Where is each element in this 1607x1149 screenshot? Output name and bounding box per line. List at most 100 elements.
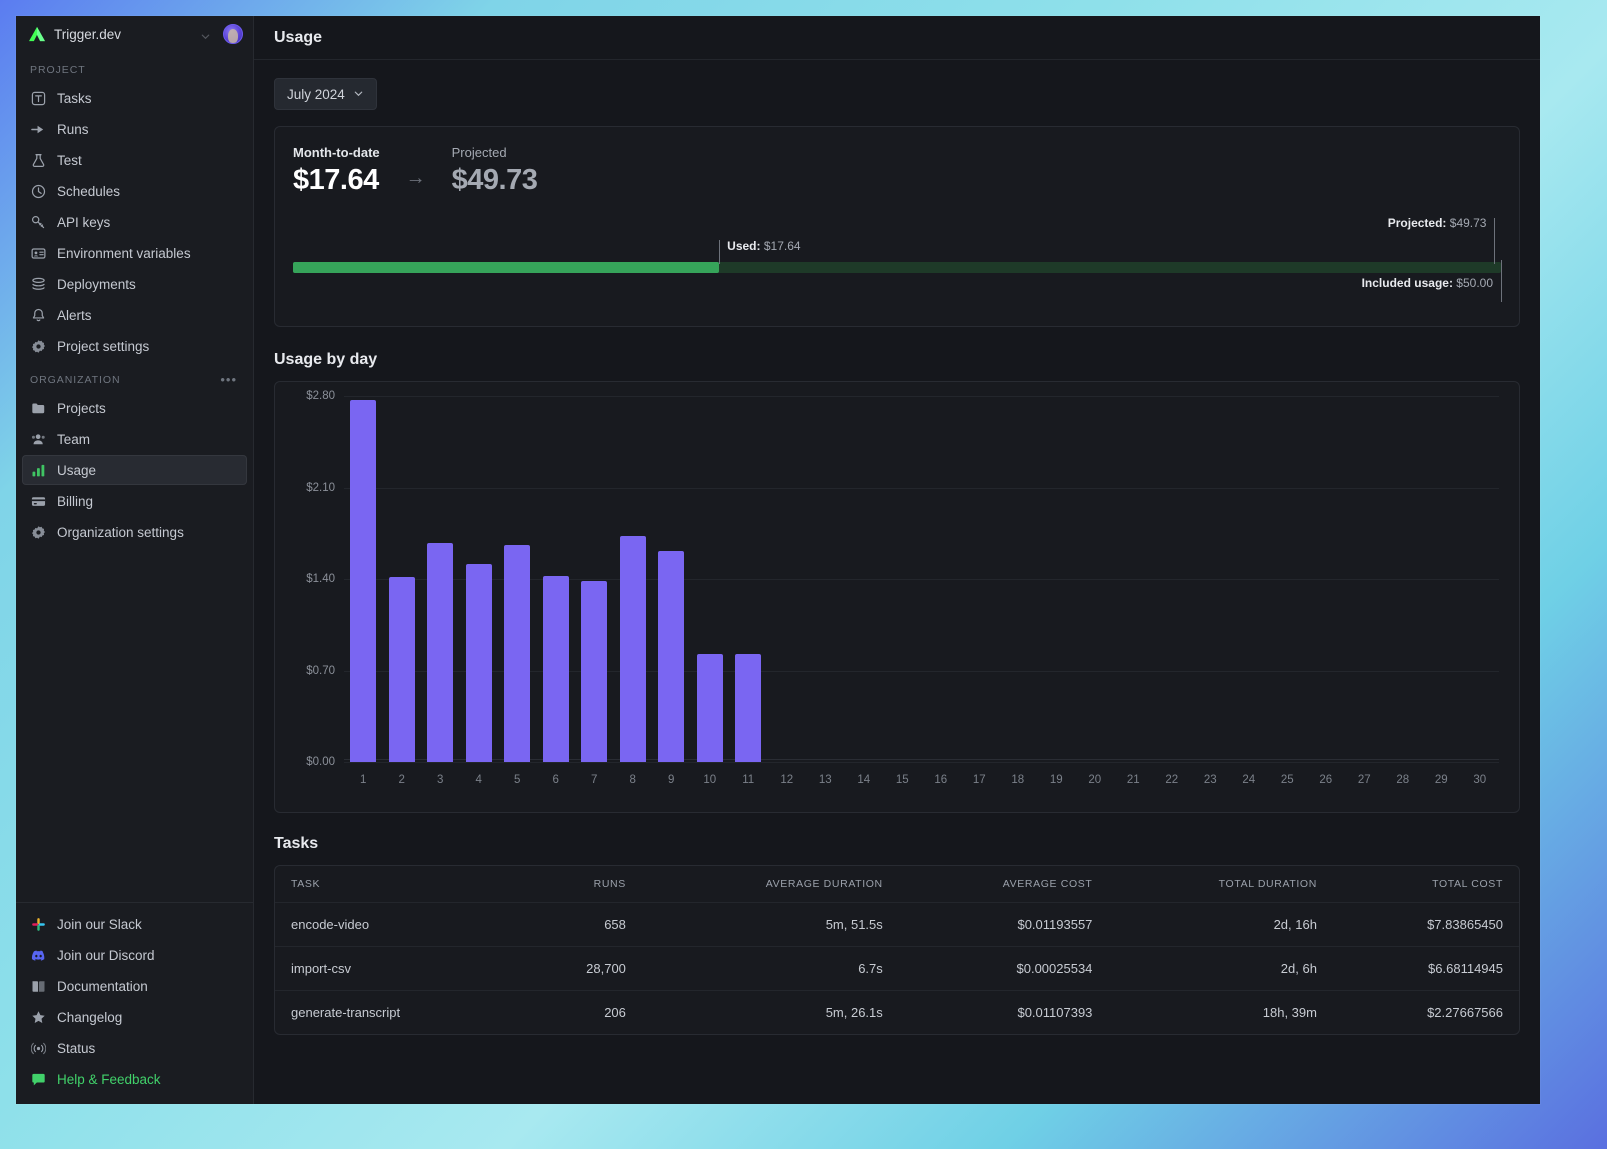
chart-bar[interactable]: [389, 577, 415, 763]
sidebar-item-organization-settings[interactable]: Organization settings: [22, 517, 247, 547]
sidebar-item-test[interactable]: Test: [22, 145, 247, 175]
chart-bar-slot[interactable]: [652, 396, 691, 762]
chart-bar[interactable]: [697, 654, 723, 762]
chart-bar[interactable]: [350, 400, 376, 762]
chart-x-tick-label: 26: [1307, 774, 1346, 786]
chart-x-tick-label: 25: [1268, 774, 1307, 786]
chart-bar-slot[interactable]: [1268, 396, 1307, 762]
chart-bar[interactable]: [658, 551, 684, 763]
chart-bar-slot[interactable]: [575, 396, 614, 762]
used-value: $17.64: [764, 239, 801, 253]
chart-bar[interactable]: [581, 581, 607, 763]
chart-bar[interactable]: [735, 654, 761, 762]
chart-bar-slot[interactable]: [729, 396, 768, 762]
chart-x-tick-label: 8: [614, 774, 653, 786]
month-to-date-label: Month-to-date: [293, 145, 380, 160]
total-duration-cell: 18h, 39m: [1108, 991, 1333, 1035]
usage-meter: Used: $17.64 Projected: $49.73: [293, 230, 1501, 304]
chart-bar-slot[interactable]: [1114, 396, 1153, 762]
chart-bar-slot[interactable]: [1037, 396, 1076, 762]
sidebar-item-schedules[interactable]: Schedules: [22, 176, 247, 206]
key-icon: [30, 214, 47, 231]
sidebar-item-project-settings[interactable]: Project settings: [22, 331, 247, 361]
chart-bar[interactable]: [466, 564, 492, 763]
chart-bar-slot[interactable]: [421, 396, 460, 762]
sidebar-item-team[interactable]: Team: [22, 424, 247, 454]
sidebar-item-discord[interactable]: Join our Discord: [22, 940, 247, 970]
sidebar-item-api-keys[interactable]: API keys: [22, 207, 247, 237]
avatar[interactable]: [223, 24, 243, 44]
chart-bar-slot[interactable]: [1191, 396, 1230, 762]
chart-bar-slot[interactable]: [460, 396, 499, 762]
chart-bar-slot[interactable]: [1384, 396, 1423, 762]
org-more-icon[interactable]: •••: [218, 373, 239, 386]
chart-x-tick-label: 5: [498, 774, 537, 786]
chart-bar-slot[interactable]: [1230, 396, 1269, 762]
sidebar-item-deployments[interactable]: Deployments: [22, 269, 247, 299]
chart-bar-slot[interactable]: [1422, 396, 1461, 762]
usage-by-day-title: Usage by day: [274, 351, 1520, 369]
chart-bar-slot[interactable]: [1461, 396, 1500, 762]
sidebar-item-changelog[interactable]: Changelog: [22, 1002, 247, 1032]
project-section-text: PROJECT: [30, 64, 86, 76]
project-section-label: PROJECT: [16, 52, 253, 83]
chart-bar-slot[interactable]: [614, 396, 653, 762]
sidebar-item-environment-variables[interactable]: Environment variables: [22, 238, 247, 268]
chart-bar-slot[interactable]: [1076, 396, 1115, 762]
table-row[interactable]: encode-video6585m, 51.5s$0.011935572d, 1…: [275, 903, 1519, 947]
chart-x-tick-label: 7: [575, 774, 614, 786]
column-header-task[interactable]: TASK: [275, 866, 518, 903]
average-duration-cell: 5m, 26.1s: [642, 991, 899, 1035]
chart-bar-slot[interactable]: [344, 396, 383, 762]
table-row[interactable]: import-csv28,7006.7s$0.000255342d, 6h$6.…: [275, 947, 1519, 991]
sidebar-item-runs[interactable]: Runs: [22, 114, 247, 144]
chart-y-tick-label: $2.10: [289, 482, 335, 494]
column-header-total-cost[interactable]: TOTAL COST: [1333, 866, 1519, 903]
sidebar-item-label: Usage: [57, 463, 96, 478]
column-header-total-duration[interactable]: TOTAL DURATION: [1108, 866, 1333, 903]
chart-bar-slot[interactable]: [537, 396, 576, 762]
chart-bar[interactable]: [427, 543, 453, 763]
chart-bar-slot[interactable]: [999, 396, 1038, 762]
chart-x-tick-label: 27: [1345, 774, 1384, 786]
chart-bar-slot[interactable]: [960, 396, 999, 762]
chart-bar[interactable]: [543, 576, 569, 763]
chart-bar-slot[interactable]: [1345, 396, 1384, 762]
chart-bar-slot[interactable]: [768, 396, 807, 762]
sidebar-item-projects[interactable]: Projects: [22, 393, 247, 423]
chart-bar-slot[interactable]: [1307, 396, 1346, 762]
column-header-average-duration[interactable]: AVERAGE DURATION: [642, 866, 899, 903]
sidebar-item-status[interactable]: Status: [22, 1033, 247, 1063]
sidebar-item-label: Alerts: [57, 308, 92, 323]
column-header-average-cost[interactable]: AVERAGE COST: [899, 866, 1109, 903]
sidebar-item-billing[interactable]: Billing: [22, 486, 247, 516]
sidebar-item-help-feedback[interactable]: Help & Feedback: [22, 1064, 247, 1094]
chart-bar-slot[interactable]: [845, 396, 884, 762]
table-row[interactable]: generate-transcript2065m, 26.1s$0.011073…: [275, 991, 1519, 1035]
sidebar-item-documentation[interactable]: Documentation: [22, 971, 247, 1001]
sidebar-item-slack[interactable]: Join our Slack: [22, 909, 247, 939]
chart-bar-slot[interactable]: [383, 396, 422, 762]
chart-bar[interactable]: [504, 545, 530, 762]
org-switcher[interactable]: Trigger.dev: [24, 23, 215, 45]
chart-bar[interactable]: [620, 536, 646, 762]
sidebar-item-alerts[interactable]: Alerts: [22, 300, 247, 330]
column-header-runs[interactable]: RUNS: [518, 866, 642, 903]
content-scroll: July 2024 Month-to-date $17.64 → Project…: [254, 60, 1540, 1104]
chart-bar-slot[interactable]: [806, 396, 845, 762]
sidebar-item-tasks[interactable]: Tasks: [22, 83, 247, 113]
chart-bar-slot[interactable]: [691, 396, 730, 762]
task-name-cell: import-csv: [275, 947, 518, 991]
book-icon: [30, 978, 47, 995]
month-filter-select[interactable]: July 2024: [274, 78, 377, 110]
chart-bar-slot[interactable]: [1153, 396, 1192, 762]
sidebar-item-usage[interactable]: Usage: [22, 455, 247, 485]
average-cost-cell: $0.01107393: [899, 991, 1109, 1035]
sidebar-item-label: Status: [57, 1041, 95, 1056]
chart-bar-slot[interactable]: [922, 396, 961, 762]
chart-bar-slot[interactable]: [498, 396, 537, 762]
included-usage-label: Included usage:: [1362, 276, 1453, 290]
sidebar-item-label: Billing: [57, 494, 93, 509]
chart-bar-slot[interactable]: [883, 396, 922, 762]
chart-y-tick-label: $2.80: [289, 390, 335, 402]
